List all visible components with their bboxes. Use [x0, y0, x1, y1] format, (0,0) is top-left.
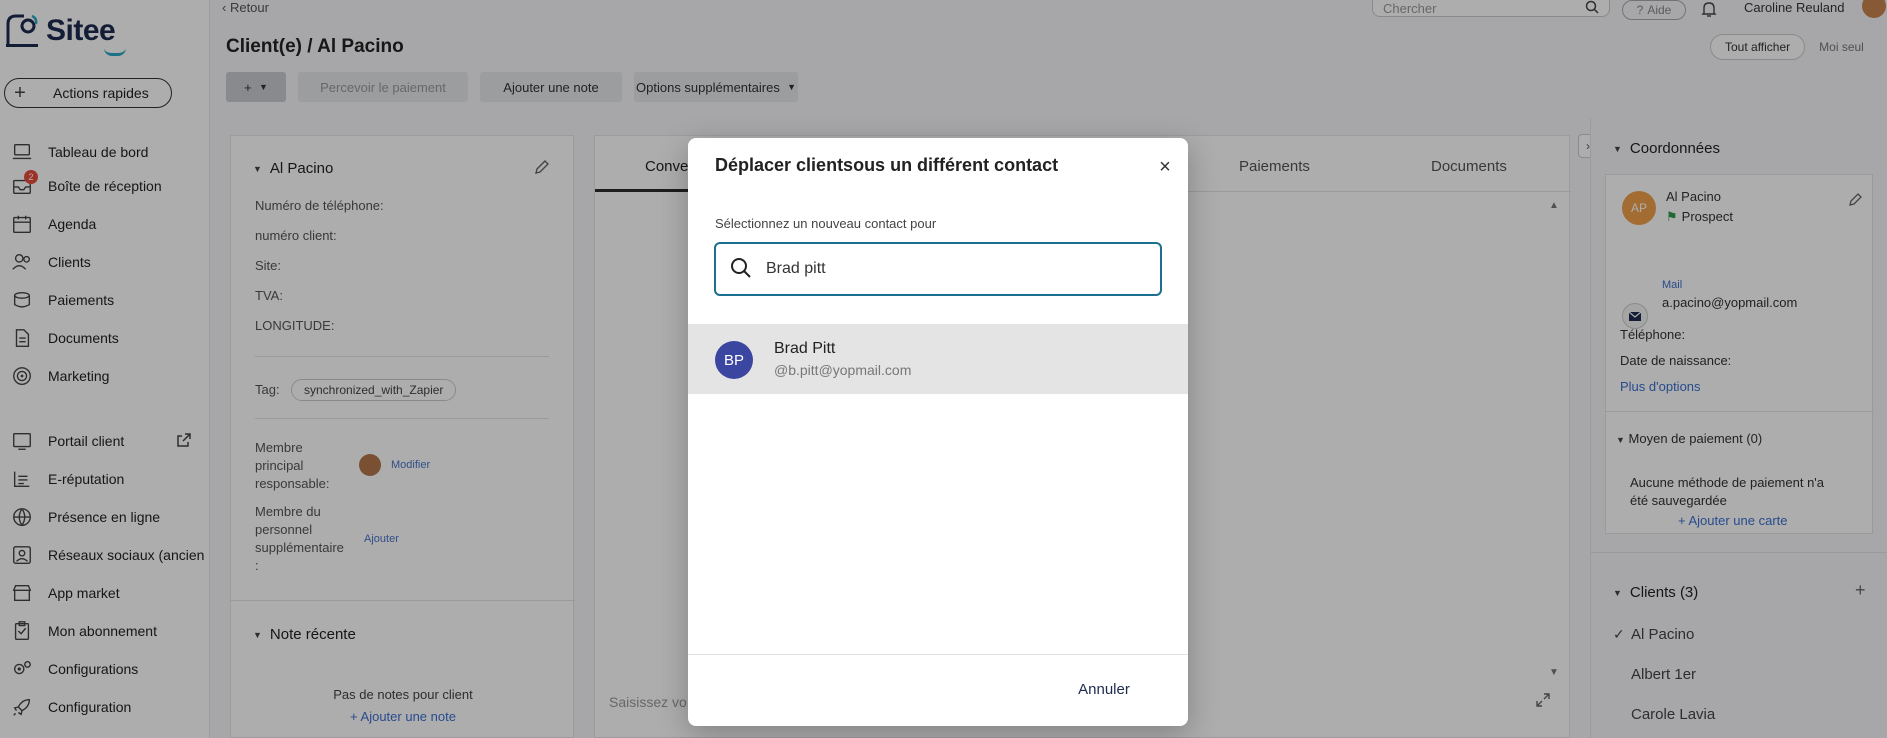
dialog-title: Déplacer clientsous un différent contact [715, 155, 1059, 175]
contact-search-field[interactable] [714, 242, 1162, 296]
search-icon [730, 257, 752, 282]
move-contact-dialog: Déplacer clientsous un différent contact… [688, 138, 1188, 726]
select-contact-label: Sélectionnez un nouveau contact pour [715, 216, 937, 231]
result-email: @b.pitt@yopmail.com [774, 362, 912, 378]
footer-divider [688, 654, 1188, 655]
result-name: Brad Pitt [774, 340, 836, 357]
contact-search-input[interactable] [766, 260, 1126, 278]
close-icon[interactable]: × [1154, 156, 1176, 178]
contact-result-row[interactable]: BP Brad Pitt @b.pitt@yopmail.com [688, 324, 1188, 394]
result-avatar: BP [715, 341, 753, 379]
cancel-button[interactable]: Annuler [1054, 672, 1154, 706]
